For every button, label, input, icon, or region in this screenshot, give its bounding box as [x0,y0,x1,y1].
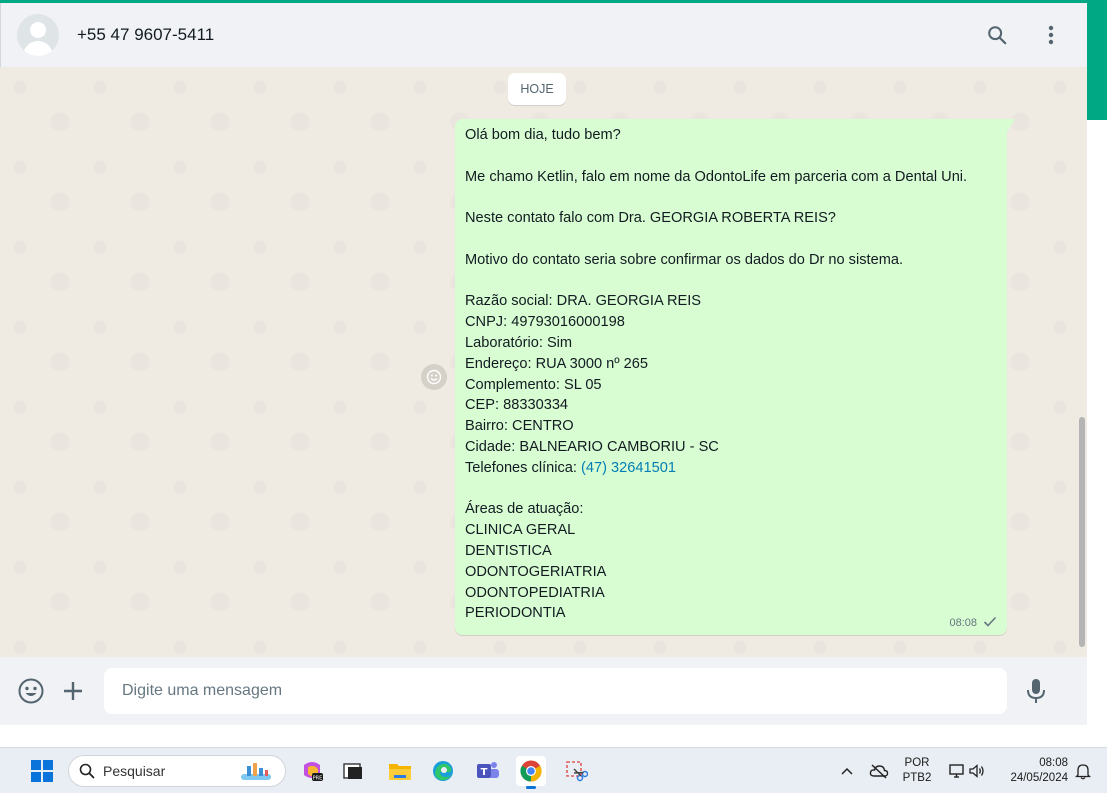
search-icon[interactable] [977,15,1017,55]
start-tile [43,772,53,782]
menu-icon[interactable] [1031,15,1071,55]
contact-name[interactable]: +55 47 9607-5411 [77,25,214,45]
avatar-body-shape [23,41,53,56]
message-line: Complemento: SL 05 [465,376,602,393]
message-line: CEP: 88330334 [465,397,569,414]
message-line: CLINICA GERAL [465,522,576,539]
clock-date: 24/05/2024 [1010,772,1068,784]
window-accent-side [1087,0,1107,120]
message-text: Olá bom dia, tudo bem? Me chamo Ketlin, f… [465,125,997,458]
input-language-top: POR [904,757,930,769]
avatar-head-shape [30,22,46,38]
microphone-icon[interactable] [1015,670,1057,712]
svg-text:PRE: PRE [313,776,323,782]
chat-scrollbar[interactable] [1077,67,1087,657]
message-line: ODONTOGERIATRIA [465,563,607,580]
chat-header: +55 47 9607-5411 [0,3,1087,67]
teams-icon[interactable]: T [473,756,503,786]
message-line: Laboratório: Sim [465,334,573,351]
phone-link[interactable]: (47) 32641501 [581,460,676,476]
message-phone-line: Telefones clínica: (47) 32641501 [465,458,997,479]
windows-taskbar: Pesquisar PRE T POR PTB2 08:08 24/05/202… [0,747,1107,793]
message-gap [465,271,997,292]
taskbar-search[interactable]: Pesquisar [68,755,286,787]
message-line: DENTISTICA [465,542,552,559]
scroll-thumb[interactable] [1079,417,1085,647]
tray-chevron-up-icon[interactable] [832,756,862,786]
message-gap [465,187,997,208]
taskbar-clock[interactable]: 08:08 24/05/2024 [1000,756,1068,786]
taskbar-search-icon [79,763,95,779]
volume-icon[interactable] [962,756,992,786]
search-highlight-icon [241,763,271,780]
chrome-icon[interactable] [516,756,546,789]
single-check-icon [983,616,997,630]
message-line: Razão social: DRA. GEORGIA REIS [465,293,702,310]
message-line: Motivo do contato seria sobre confirmar … [465,251,904,268]
attach-plus-icon[interactable] [52,670,94,712]
message-line: Me chamo Ketlin, falo em nome da OdontoL… [465,168,968,185]
input-language[interactable]: POR PTB2 [900,756,934,786]
start-tile [31,772,41,782]
outgoing-message-bubble[interactable]: Olá bom dia, tudo bem? Me chamo Ketlin, f… [455,119,1015,635]
message-line: Cidade: BALNEARIO CAMBORIU - SC [465,438,719,455]
task-view-icon[interactable] [338,756,368,786]
start-tile [43,760,53,770]
message-line: ODONTOPEDIATRIA [465,584,605,601]
input-language-bottom: PTB2 [902,772,932,784]
edge-browser-icon[interactable] [428,756,458,786]
message-line: Neste contato falo com Dra. GEORGIA ROBE… [465,210,836,227]
message-line: Áreas de atuação: [465,501,584,518]
phone-label: Telefones clínica: [465,459,582,476]
message-gap [465,229,997,250]
emoji-icon[interactable] [10,670,52,712]
snipping-tool-icon[interactable] [561,756,591,786]
start-tile [31,760,41,770]
message-composer [0,657,1087,725]
message-gap [465,146,997,167]
taskbar-search-label: Pesquisar [103,763,166,779]
copilot-icon[interactable]: PRE [297,756,327,786]
desktop-background [0,725,1107,747]
message-line: Olá bom dia, tudo bem? [465,127,621,143]
message-input[interactable] [104,668,1007,714]
message-time: 08:08 [949,617,977,629]
windows-start-icon[interactable] [31,760,53,782]
contact-avatar[interactable] [17,14,59,56]
message-meta: 08:08 [949,616,997,630]
file-explorer-icon[interactable] [385,756,415,786]
notification-bell-icon[interactable] [1068,756,1098,786]
window-right-edge [1087,120,1107,725]
svg-text:T: T [481,767,488,778]
cloud-offline-icon[interactable] [864,756,894,786]
message-line: Bairro: CENTRO [465,418,574,435]
clock-time: 08:08 [1039,757,1068,769]
message-areas: Áreas de atuação: CLINICA GERAL DENTISTICA… [465,499,997,624]
message-line: CNPJ: 49793016000198 [465,314,625,331]
date-divider: HOJE [508,73,566,105]
message-gap [465,479,997,500]
reaction-emoji-icon[interactable] [421,364,447,390]
message-line: PERIODONTIA [465,605,566,622]
chat-area[interactable]: HOJE Olá bom dia, tudo bem? Me chamo Ketl… [0,67,1087,657]
message-line: Endereço: RUA 3000 nº 265 [465,355,649,372]
